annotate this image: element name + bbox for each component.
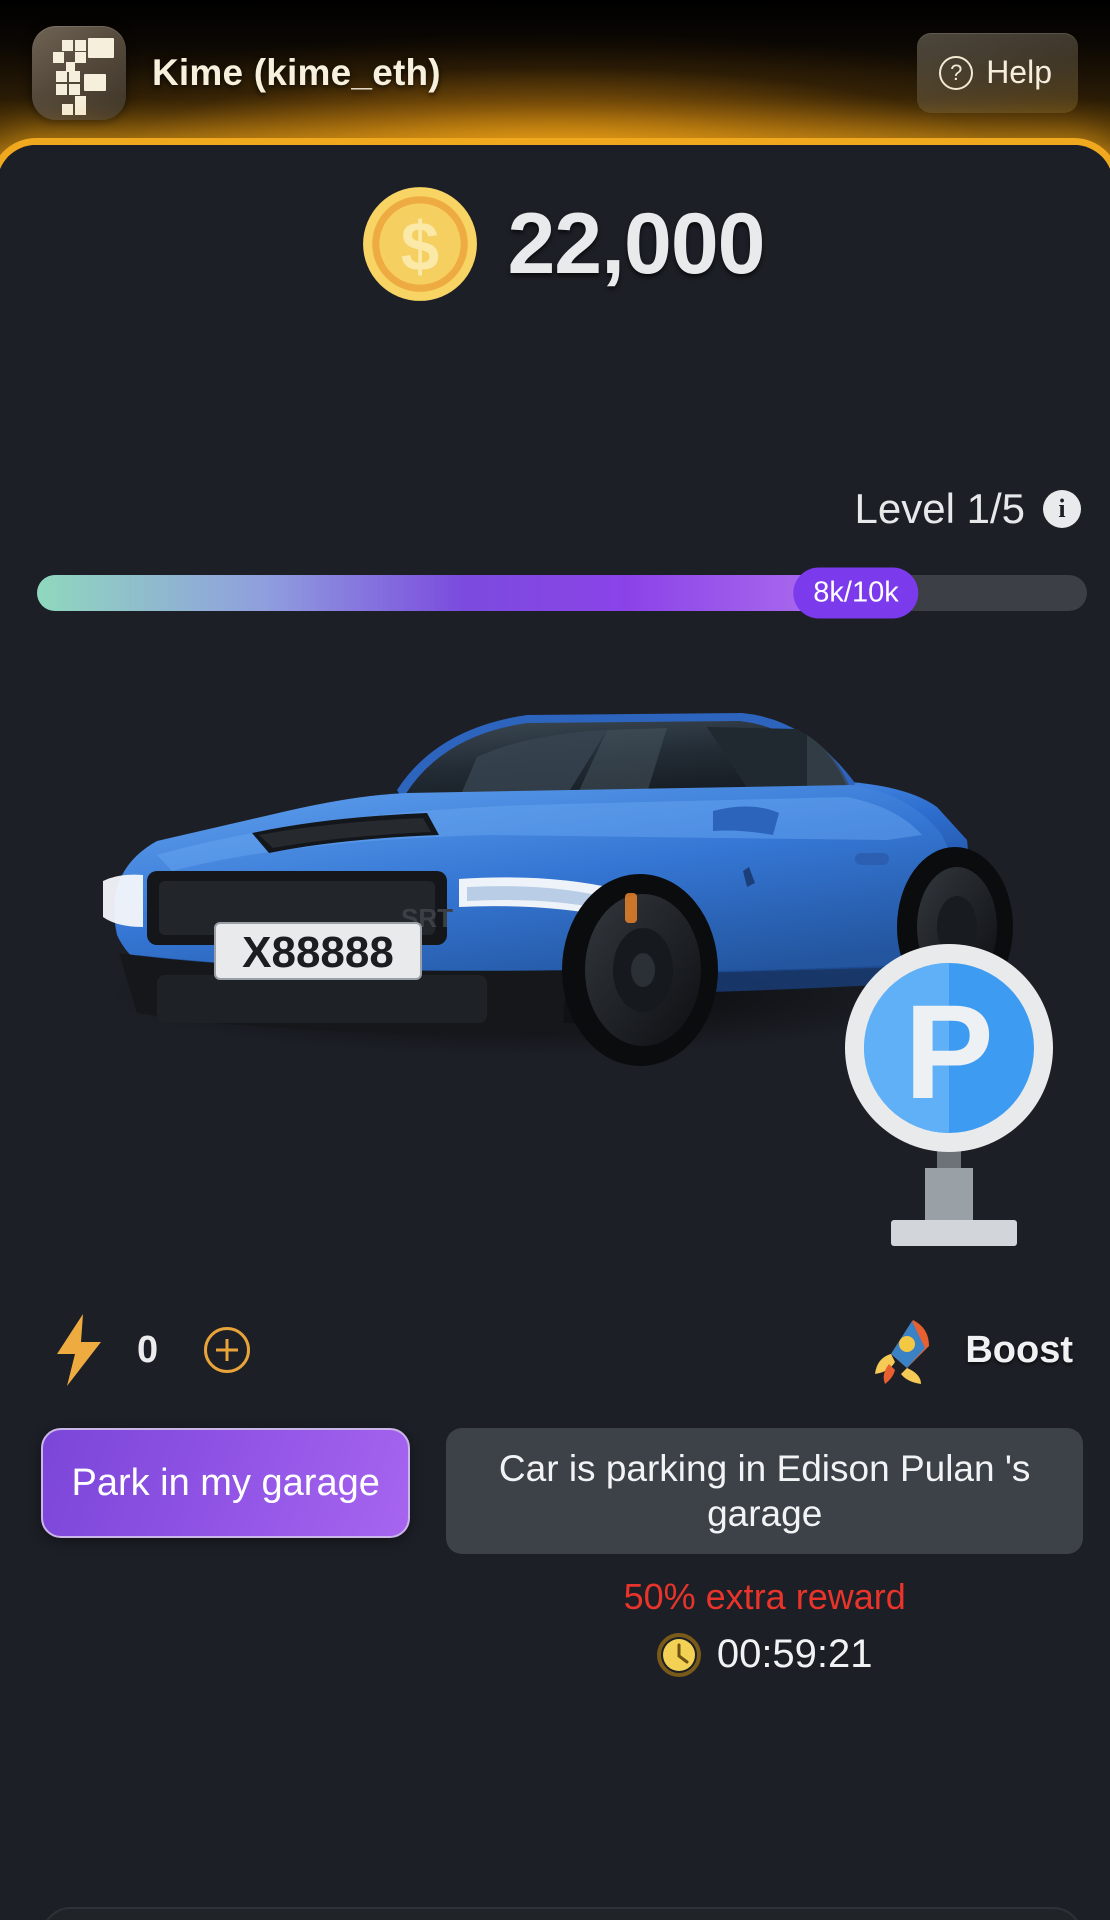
main-panel: $ 22,000 Level 1/5 i 8k/10k SRT X88888 P… [0, 138, 1110, 1920]
balance-amount: 22,000 [507, 195, 765, 292]
park-in-my-garage-button[interactable]: Park in my garage [41, 1428, 411, 1538]
info-icon[interactable]: i [1043, 490, 1081, 528]
boost-button[interactable]: Boost [871, 1314, 1073, 1386]
parking-sign-icon: P [845, 944, 1053, 1246]
header-band: Kime (kime_eth) ? Help [0, 0, 1110, 160]
license-plate-text: X88888 [242, 928, 394, 977]
pixel-f-logo-icon [53, 37, 114, 115]
rocket-icon [875, 1320, 930, 1384]
stats-row: 0 Boost [7, 1295, 1110, 1405]
boost-label: Boost [965, 1328, 1073, 1371]
gold-coin-icon: $ [363, 187, 478, 301]
action-row: Park in my garage Car is parking in Edis… [7, 1428, 1110, 1677]
energy-count: 0 [137, 1328, 159, 1371]
profile-name: Kime (kime_eth) [152, 51, 441, 93]
timer-row: 00:59:21 [656, 1632, 873, 1677]
app-root: Kime (kime_eth) ? Help $ 22,000 Level 1/… [0, 0, 1110, 1920]
header: Kime (kime_eth) ? Help [0, 0, 1110, 145]
parking-status-card: Car is parking in Edison Pulan 's garage [446, 1428, 1083, 1555]
panel-body: $ 22,000 Level 1/5 i 8k/10k SRT X88888 P… [7, 145, 1110, 1920]
level-progress-badge: 8k/10k [793, 567, 919, 619]
question-circle-icon: ? [939, 55, 974, 90]
car-stage: SRT X88888 P [7, 635, 1110, 1295]
level-progress-bar[interactable]: 8k/10k [37, 567, 1087, 619]
level-progress-fill [37, 575, 856, 611]
parking-status-column: Car is parking in Edison Pulan 's garage… [446, 1428, 1083, 1677]
plus-circle-icon[interactable] [204, 1327, 251, 1373]
countdown-timer: 00:59:21 [716, 1632, 873, 1677]
clock-icon [656, 1632, 701, 1677]
help-button-label: Help [986, 54, 1052, 90]
lightning-bolt-icon [57, 1314, 101, 1386]
bottom-navigation: Play Friend [41, 1907, 1083, 1920]
level-label: Level 1/5 [854, 485, 1025, 532]
parking-sign-letter: P [904, 978, 993, 1127]
svg-text:$: $ [401, 207, 439, 285]
level-row: Level 1/5 i [855, 485, 1081, 533]
help-button[interactable]: ? Help [917, 32, 1078, 113]
balance-row: $ 22,000 [7, 183, 1110, 305]
energy-group: 0 [51, 1312, 251, 1388]
app-logo[interactable] [32, 25, 126, 120]
extra-reward-text: 50% extra reward [623, 1576, 906, 1618]
